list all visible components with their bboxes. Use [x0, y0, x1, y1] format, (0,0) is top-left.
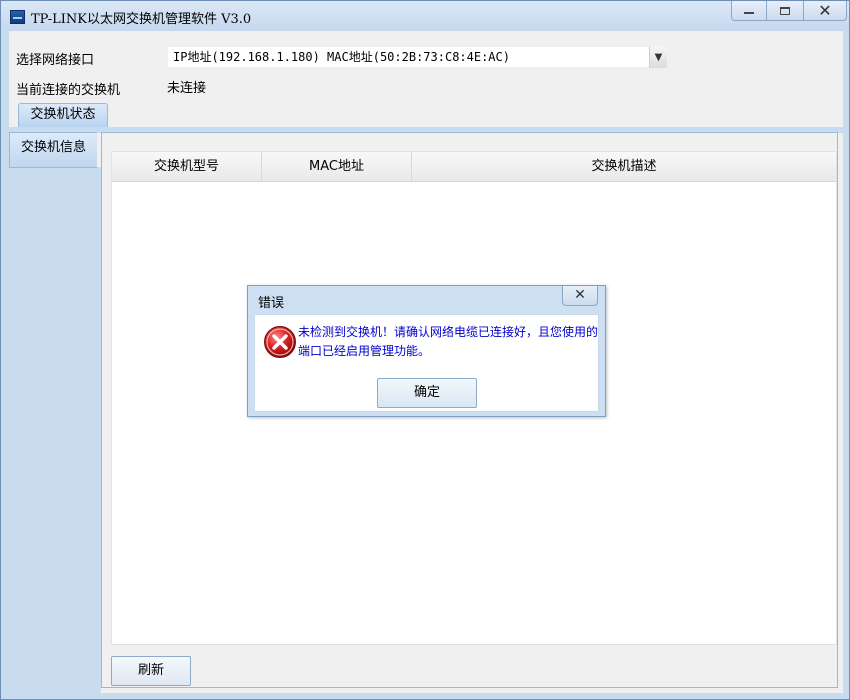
column-header-model[interactable]: 交换机型号 [112, 152, 262, 182]
ok-button[interactable]: 确定 [377, 378, 477, 408]
title-bar[interactable]: TP-LINK以太网交换机管理软件 V3.0 ✕ [1, 1, 849, 31]
refresh-button[interactable]: 刷新 [111, 656, 191, 686]
app-logo-icon [10, 10, 25, 24]
minimize-icon [744, 11, 754, 14]
dialog-title: 错误 [258, 296, 285, 311]
close-icon: ✕ [818, 0, 832, 20]
column-header-mac[interactable]: MAC地址 [262, 152, 412, 182]
interface-select[interactable]: IP地址(192.168.1.180) MAC地址(50:2B:73:C8:4E… [167, 46, 667, 68]
window-title: TP-LINK以太网交换机管理软件 V3.0 [31, 12, 252, 27]
error-icon [264, 326, 296, 358]
dialog-close-button[interactable]: ✕ [562, 286, 598, 306]
maximize-button[interactable] [766, 1, 804, 21]
connected-switch-label: 当前连接的交换机 [16, 83, 121, 98]
interface-label: 选择网络接口 [16, 53, 95, 68]
side-tab-strip [9, 167, 101, 693]
side-tab-switch-info[interactable]: 交换机信息 [9, 132, 97, 168]
dropdown-arrow-icon[interactable]: ▼ [649, 46, 667, 68]
close-button[interactable]: ✕ [803, 1, 847, 21]
close-icon: ✕ [574, 287, 586, 303]
connected-switch-value: 未连接 [167, 81, 207, 96]
minimize-button[interactable] [731, 1, 767, 21]
maximize-icon [780, 6, 790, 15]
dialog-message: 未检测到交换机！请确认网络电缆已连接好，且您使用的端口已经启用管理功能。 [298, 325, 599, 358]
app-window: TP-LINK以太网交换机管理软件 V3.0 ✕ 选择网络接口 IP地址(192… [0, 0, 850, 700]
dialog-body: 未检测到交换机！请确认网络电缆已连接好，且您使用的端口已经启用管理功能。 确定 [254, 314, 599, 412]
column-header-description[interactable]: 交换机描述 [412, 152, 836, 182]
error-dialog: 错误 ✕ 未检测到交换机！请确认网络电缆已连接好，且您使用的端口已经启用管理功能… [247, 285, 606, 417]
tab-switch-status[interactable]: 交换机状态 [18, 103, 108, 127]
table-header: 交换机型号 MAC地址 交换机描述 [112, 152, 836, 182]
